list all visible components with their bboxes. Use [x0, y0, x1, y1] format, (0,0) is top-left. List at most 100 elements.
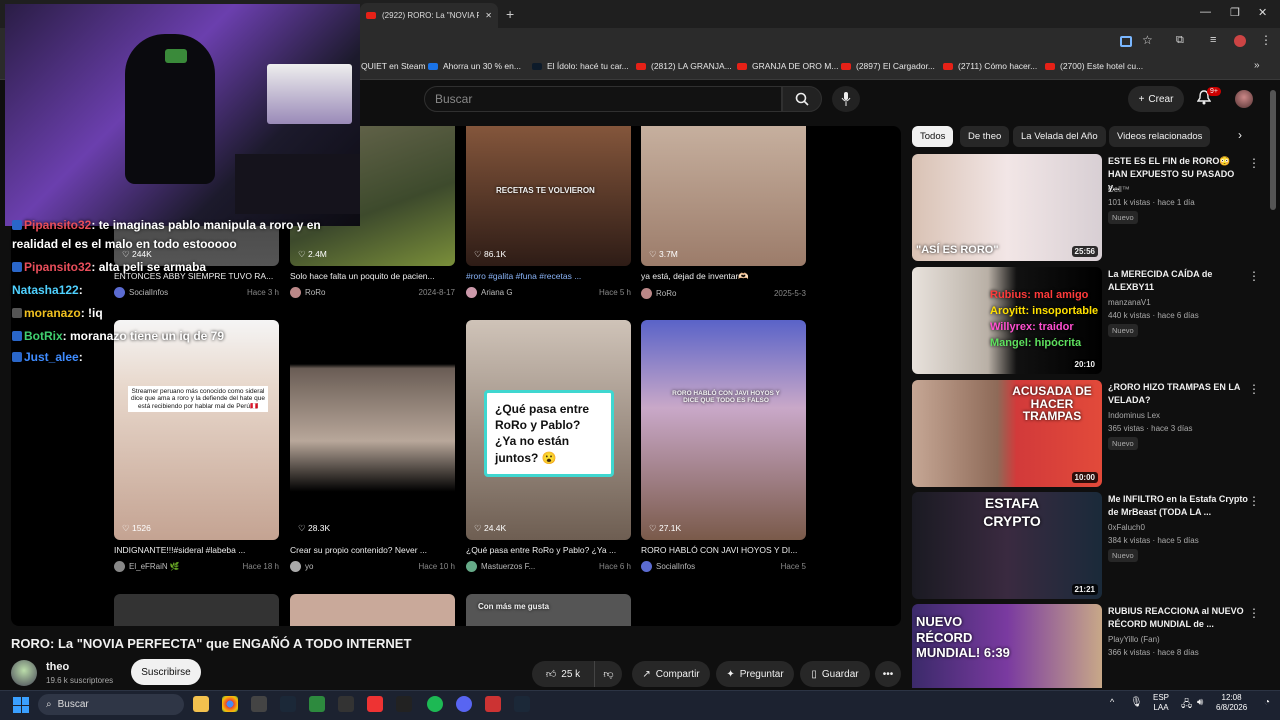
- more-vertical-icon[interactable]: ⋮: [1248, 606, 1260, 620]
- short-title[interactable]: INDIGNANTE!!!#sideral #labeba ...: [114, 545, 279, 555]
- media-icon[interactable]: ≡: [1210, 34, 1216, 46]
- bookmark-item[interactable]: QUIET en Steam: [361, 61, 426, 71]
- spotify-icon[interactable]: [427, 696, 443, 712]
- close-window-icon[interactable]: ✕: [1258, 6, 1267, 19]
- bookmark-item[interactable]: GRANJA DE ORO M...: [737, 61, 838, 71]
- channel-name[interactable]: 0xFaluch0: [1108, 523, 1145, 532]
- short-title[interactable]: Crear su propio contenido? Never ...: [290, 545, 455, 555]
- chip-videos-relacionados[interactable]: Videos relacionados: [1109, 126, 1211, 147]
- more-vertical-icon[interactable]: ⋮: [1248, 156, 1260, 170]
- video-thumbnail[interactable]: NUEVO RÉCORD MUNDIAL! 6:39: [912, 604, 1102, 688]
- short-title[interactable]: ¿Qué pasa entre RoRo y Pablo? ¿Ya ...: [466, 545, 631, 555]
- short-thumbnail[interactable]: Con más me gusta: [466, 594, 631, 626]
- chevron-up-icon[interactable]: ^: [1110, 697, 1114, 707]
- channel-name[interactable]: SocialInfos: [656, 562, 695, 571]
- dislike-button[interactable]: 👎︎: [594, 661, 622, 687]
- like-button[interactable]: 👍︎ 25 k: [532, 661, 594, 687]
- bookmarks-overflow-icon[interactable]: »: [1254, 60, 1260, 71]
- video-title[interactable]: RUBIUS REACCIONA al NUEVO RÉCORD MUNDIAL…: [1108, 605, 1248, 631]
- channel-avatar[interactable]: [11, 660, 37, 686]
- windows-start-icon[interactable]: [13, 697, 29, 713]
- video-title[interactable]: ¿RORO HIZO TRAMPAS EN LA VELADA?: [1108, 381, 1248, 407]
- share-button[interactable]: ↗ Compartir: [632, 661, 710, 687]
- short-thumbnail[interactable]: [114, 594, 279, 626]
- microphone-icon[interactable]: 🎙︎: [1130, 697, 1143, 708]
- short-thumbnail[interactable]: RECETAS TE VOLVIERON ♡ 86.1K: [466, 126, 631, 266]
- network-icon[interactable]: 🖧: [1181, 697, 1192, 714]
- channel-name[interactable]: Cell™: [1108, 185, 1130, 194]
- extension-icon[interactable]: [1120, 36, 1132, 47]
- channel-name[interactable]: Mastuerzos F...: [481, 562, 535, 571]
- short-thumbnail[interactable]: Streamer peruano más conocido como sider…: [114, 320, 279, 540]
- minimize-icon[interactable]: —: [1200, 6, 1211, 18]
- bookmark-item[interactable]: Ahorra un 30 % en...: [428, 61, 521, 71]
- save-button[interactable]: ▯ Guardar: [800, 661, 870, 687]
- short-thumbnail[interactable]: [290, 594, 455, 626]
- short-thumbnail[interactable]: RORO HABLÓ CON JAVI HOYOS Y DICE QUE TOD…: [641, 320, 806, 540]
- new-tab-button[interactable]: +: [506, 6, 514, 22]
- bookmark-item[interactable]: (2812) LA GRANJA...: [636, 61, 732, 71]
- recommended-video[interactable]: Rubius: mal amigo Aroyitt: insoportable …: [912, 267, 1262, 375]
- short-title[interactable]: Solo hace falta un poquito de pacien...: [290, 271, 455, 281]
- channel-name[interactable]: Ariana G: [481, 288, 513, 297]
- recommended-video[interactable]: ACUSADA DE HACER TRAMPAS 10:00 ¿RORO HIZ…: [912, 380, 1262, 488]
- short-title[interactable]: RORO HABLÓ CON JAVI HOYOS Y DI...: [641, 545, 806, 555]
- recommended-video[interactable]: ESTAFA CRYPTO 21:21 Me INFILTRO en la Es…: [912, 492, 1262, 600]
- channel-name[interactable]: SocialInfos: [129, 288, 168, 297]
- video-thumbnail[interactable]: ESTAFA CRYPTO 21:21: [912, 492, 1102, 599]
- recommended-video[interactable]: NUEVO RÉCORD MUNDIAL! 6:39 RUBIUS REACCI…: [912, 604, 1262, 688]
- volume-icon[interactable]: 🔊︎: [1197, 697, 1203, 708]
- bookmark-item[interactable]: (2711) Cómo hacer...: [943, 61, 1037, 71]
- short-thumbnail[interactable]: ♡ 3.7M: [641, 126, 806, 266]
- channel-name[interactable]: RoRo: [656, 289, 676, 298]
- chip-la-velada[interactable]: La Velada del Año: [1013, 126, 1106, 147]
- discord-icon[interactable]: [456, 696, 472, 712]
- short-thumbnail[interactable]: ♡ 28.3K: [290, 320, 455, 540]
- short-title[interactable]: ya está, dejad de inventar🫶🏻: [641, 271, 806, 282]
- short-card[interactable]: ♡ 3.7M ya está, dejad de inventar🫶🏻 RoRo…: [641, 126, 806, 299]
- close-tab-icon[interactable]: ✕: [485, 11, 492, 20]
- bookmark-item[interactable]: (2700) Este hotel cu...: [1045, 61, 1143, 71]
- short-title[interactable]: #roro #galita #funa #recetas ...: [466, 271, 631, 281]
- steam-icon[interactable]: [514, 696, 530, 712]
- file-explorer-icon[interactable]: [193, 696, 209, 712]
- browser-tab[interactable]: (2922) RORO: La "NOVIA PERFE ✕: [360, 3, 498, 28]
- ask-button[interactable]: ✦ Preguntar: [716, 661, 794, 687]
- browser-menu-icon[interactable]: ⋮: [1260, 33, 1272, 47]
- voice-search-button[interactable]: [832, 86, 860, 112]
- video-thumbnail[interactable]: ACUSADA DE HACER TRAMPAS 10:00: [912, 380, 1102, 487]
- chip-todos[interactable]: Todos: [912, 126, 954, 147]
- more-vertical-icon[interactable]: ⋮: [1248, 269, 1260, 283]
- steam-icon[interactable]: [280, 696, 296, 712]
- video-thumbnail[interactable]: Rubius: mal amigo Aroyitt: insoportable …: [912, 267, 1102, 374]
- recommended-video[interactable]: "ASÍ ES RORO" 25:56 ESTE ES EL FIN de RO…: [912, 154, 1262, 262]
- restore-icon[interactable]: ❐: [1230, 6, 1240, 19]
- video-thumbnail[interactable]: "ASÍ ES RORO" 25:56: [912, 154, 1102, 261]
- short-card[interactable]: RORO HABLÓ CON JAVI HOYOS Y DICE QUE TOD…: [641, 320, 806, 572]
- app-icon[interactable]: [485, 696, 501, 712]
- page-scrollbar[interactable]: [1270, 90, 1276, 210]
- system-clock[interactable]: 12:08 6/8/2026: [1216, 693, 1247, 714]
- app-icon[interactable]: [367, 696, 383, 712]
- channel-name[interactable]: manzanaV1: [1108, 298, 1151, 307]
- account-avatar[interactable]: [1235, 90, 1253, 108]
- short-card[interactable]: Streamer peruano más conocido como sider…: [114, 320, 279, 572]
- short-card[interactable]: ¿Qué pasa entre RoRo y Pablo? ¿Ya no est…: [466, 320, 631, 572]
- create-button[interactable]: + Crear: [1128, 86, 1184, 112]
- channel-name[interactable]: PlayYillo (Fan): [1108, 635, 1160, 644]
- channel-name[interactable]: theo: [46, 661, 69, 673]
- chip-de-theo[interactable]: De theo: [960, 126, 1010, 147]
- subscribe-button[interactable]: Suscribirse: [131, 659, 201, 685]
- bookmark-star-icon[interactable]: ☆: [1142, 33, 1153, 47]
- app-icon[interactable]: [251, 696, 267, 712]
- bookmark-item[interactable]: (2897) El Cargador...: [841, 61, 935, 71]
- more-vertical-icon[interactable]: ⋮: [1248, 494, 1260, 508]
- channel-name[interactable]: yo: [305, 562, 313, 571]
- video-title[interactable]: La MERECIDA CAÍDA de ALEXBY11: [1108, 268, 1248, 294]
- search-button[interactable]: [782, 86, 822, 112]
- language-indicator[interactable]: ESP LAA: [1153, 693, 1169, 714]
- chrome-icon[interactable]: [222, 696, 238, 712]
- more-vertical-icon[interactable]: ⋮: [1248, 382, 1260, 396]
- channel-name[interactable]: RoRo: [305, 288, 325, 297]
- more-actions-button[interactable]: •••: [875, 661, 901, 687]
